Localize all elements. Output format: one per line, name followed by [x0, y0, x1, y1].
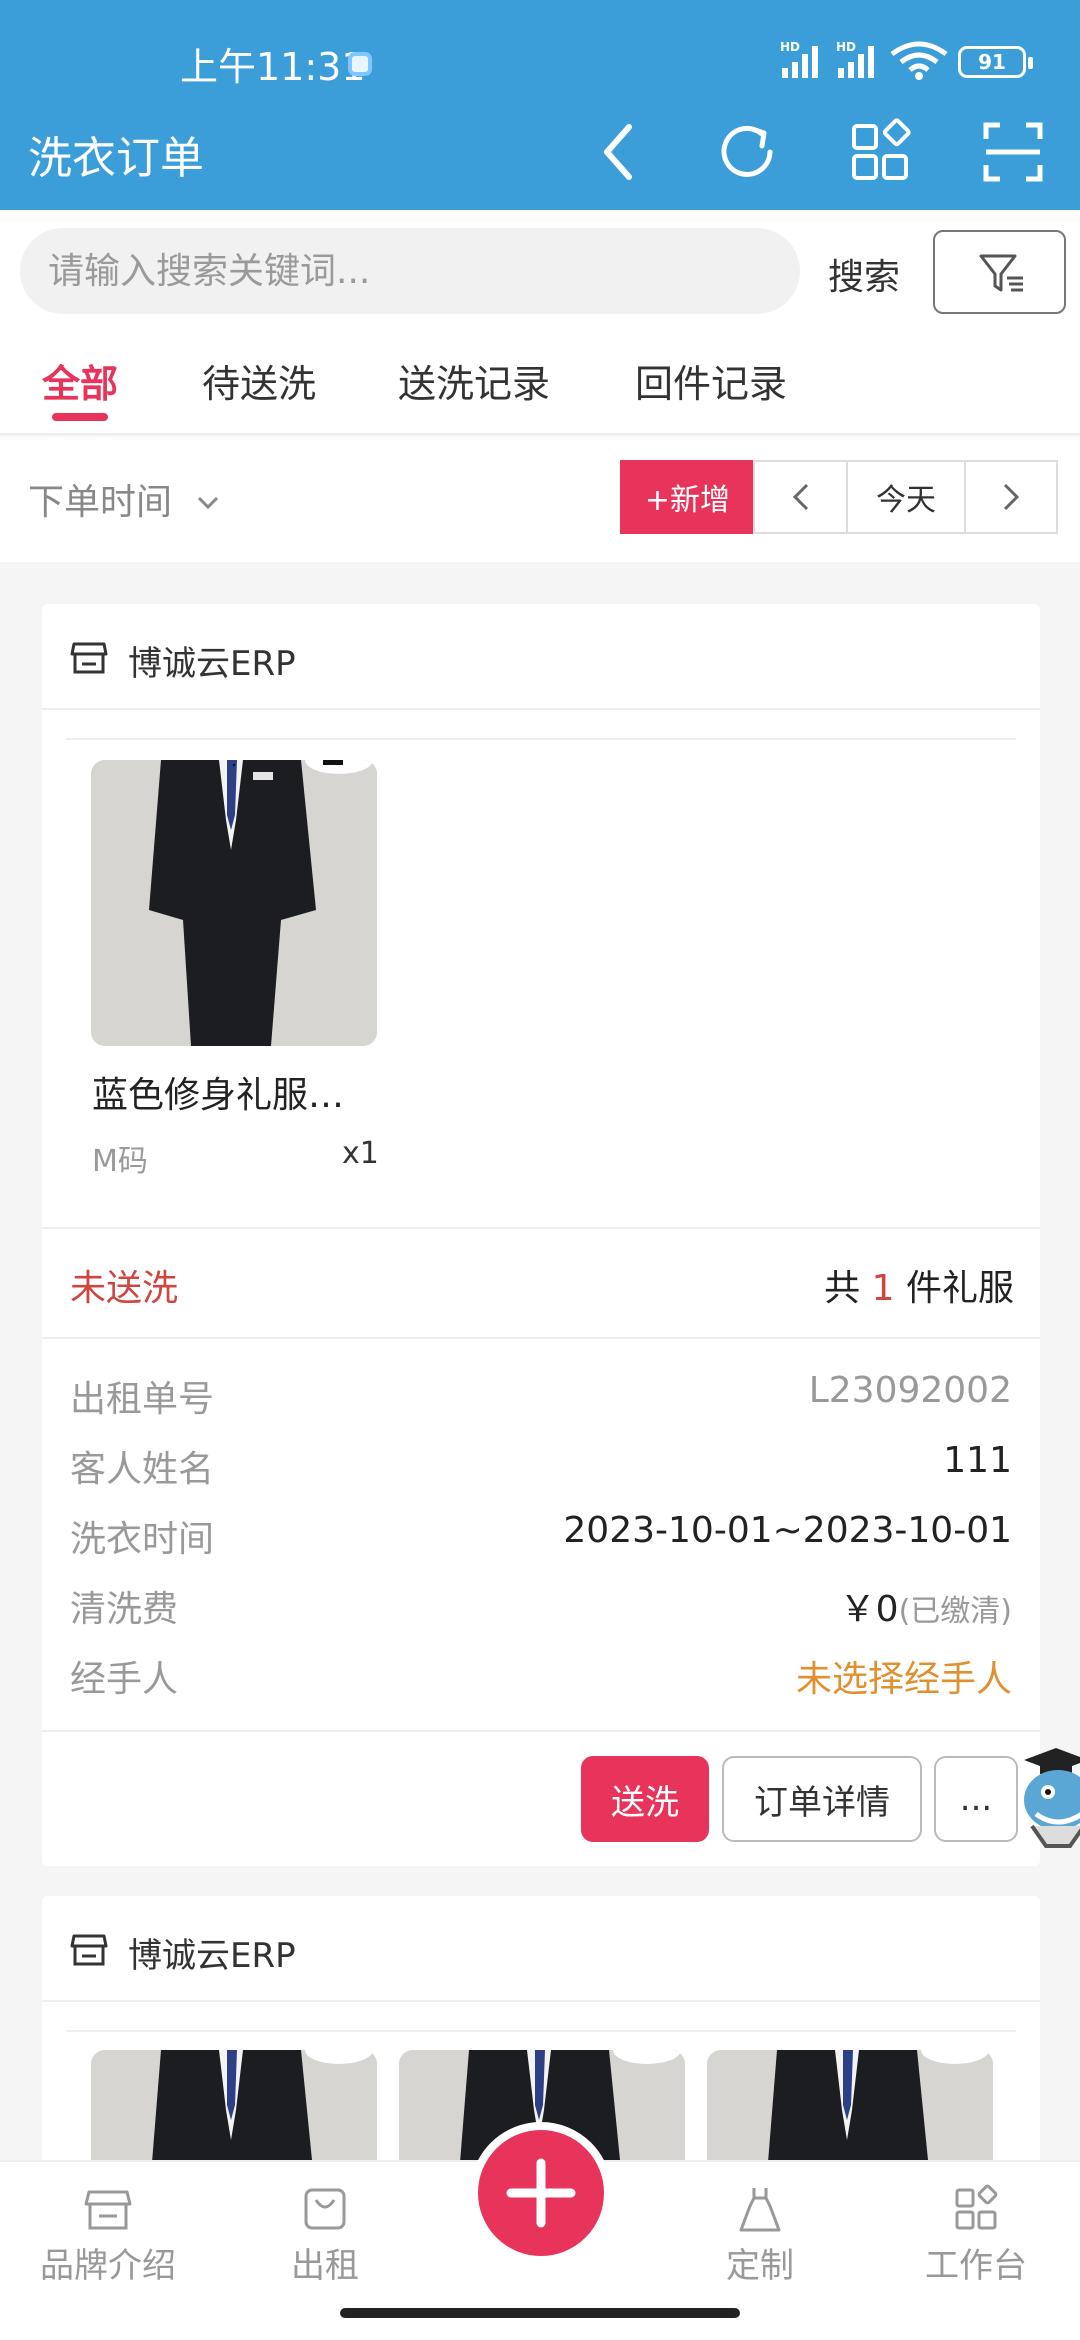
battery-level: 91	[978, 50, 1006, 74]
send-wash-button[interactable]: 送洗	[581, 1756, 709, 1842]
dress-icon	[739, 2188, 781, 2232]
shop-name: 博诚云ERP	[128, 644, 296, 684]
status-badge: 未送洗	[70, 1268, 179, 1309]
wash-time-label: 洗衣时间	[70, 1519, 215, 1560]
divider	[66, 2030, 1016, 2032]
info-row-wash-time: 洗衣时间 2023-10-01~2023-10-01	[70, 1510, 1012, 1570]
refresh-icon[interactable]	[712, 117, 782, 187]
tab-all[interactable]: 全部	[42, 353, 118, 408]
fee-note: (已缴清)	[898, 1594, 1012, 1629]
chevron-right-icon	[1003, 483, 1020, 511]
nav-brand[interactable]: 品牌介绍	[18, 2184, 198, 2287]
product-name: 蓝色修身礼服…	[92, 1075, 345, 1116]
nav-workbench[interactable]: 工作台	[886, 2184, 1066, 2287]
add-fab-button[interactable]	[470, 2122, 612, 2264]
handler-label: 经手人	[70, 1659, 179, 1700]
nav-rent[interactable]: 出租	[235, 2184, 415, 2287]
suit-image	[91, 760, 377, 1046]
sort-dropdown[interactable]: 下单时间	[28, 473, 172, 525]
count-prefix: 共	[824, 1268, 861, 1309]
filter-button[interactable]	[933, 230, 1066, 314]
shop-icon	[70, 642, 108, 674]
next-day-button[interactable]	[964, 460, 1058, 534]
tab-wash-records[interactable]: 送洗记录	[398, 353, 550, 408]
filter-icon	[979, 254, 1023, 292]
chevron-down-icon[interactable]	[196, 491, 220, 515]
scan-icon[interactable]	[978, 117, 1048, 187]
shop-icon	[84, 2190, 132, 2230]
shop-header: 博诚云ERP	[42, 604, 1040, 710]
today-button[interactable]: 今天	[846, 460, 966, 534]
header: 上午11:31 HD HD 91 洗衣订单	[0, 0, 1080, 210]
plus-icon	[506, 2158, 576, 2228]
mascot-icon[interactable]	[1012, 1730, 1080, 1850]
prev-day-button[interactable]	[753, 460, 848, 534]
order-status-row: 未送洗 共 1 件礼服	[42, 1227, 1040, 1339]
page-title: 洗衣订单	[28, 133, 204, 184]
apps-icon[interactable]	[845, 117, 915, 187]
info-row-handler: 经手人 未选择经手人	[70, 1650, 1012, 1710]
add-button[interactable]: +新增	[620, 460, 755, 534]
shop-header: 博诚云ERP	[42, 1896, 1040, 2002]
count-number: 1	[871, 1268, 895, 1309]
bag-icon	[304, 2188, 346, 2230]
filter-bar: 下单时间 +新增 今天	[0, 437, 1080, 562]
notification-icon	[348, 52, 372, 76]
search-button[interactable]: 搜索	[828, 248, 900, 300]
order-detail-button[interactable]: 订单详情	[722, 1756, 922, 1842]
info-row-customer: 客人姓名 111	[70, 1440, 1012, 1500]
order-no-label: 出租单号	[70, 1379, 215, 1420]
order-no-value: L23092002	[808, 1370, 1012, 1411]
signal-icon	[782, 46, 818, 78]
count-suffix: 件礼服	[905, 1268, 1014, 1309]
signal-icon-2	[838, 46, 874, 78]
shop-name: 博诚云ERP	[128, 1936, 296, 1976]
back-icon[interactable]	[585, 117, 655, 187]
order-actions: 送洗 订单详情 ...	[42, 1730, 1040, 1866]
item-count: 共 1 件礼服	[824, 1259, 1014, 1311]
shop-icon	[70, 1934, 108, 1966]
search-row: 搜索	[0, 210, 1080, 335]
info-row-order-no: 出租单号 L23092002	[70, 1370, 1012, 1430]
search-input[interactable]	[20, 228, 800, 314]
product-image[interactable]	[91, 760, 377, 1046]
home-indicator	[340, 2308, 740, 2318]
customer-label: 客人姓名	[70, 1449, 215, 1490]
order-card[interactable]: 博诚云ERP 蓝色修身礼服… M码 x1 未送洗 共 1 件礼服 出租单号 L2…	[42, 604, 1040, 1866]
search-box	[20, 228, 800, 314]
tab-pending-wash[interactable]: 待送洗	[202, 353, 316, 408]
fee-label: 清洗费	[70, 1589, 179, 1630]
product-quantity: x1	[342, 1136, 379, 1171]
fee-value: ￥0(已缴清)	[840, 1580, 1012, 1632]
battery-icon: 91	[958, 46, 1033, 78]
fee-amount: ￥0	[839, 1589, 899, 1630]
more-button[interactable]: ...	[934, 1756, 1018, 1842]
info-row-fee: 清洗费 ￥0(已缴清)	[70, 1580, 1012, 1640]
wash-time-value: 2023-10-01~2023-10-01	[563, 1510, 1012, 1551]
status-time: 上午11:31	[180, 45, 366, 89]
handler-value[interactable]: 未选择经手人	[796, 1650, 1012, 1702]
divider	[66, 738, 1016, 740]
customer-value: 111	[943, 1440, 1012, 1481]
wifi-icon	[890, 41, 948, 80]
nav-workbench-label: 工作台	[925, 2246, 1027, 2286]
nav-custom[interactable]: 定制	[670, 2184, 850, 2287]
status-bar: 上午11:31 HD HD 91	[0, 0, 1080, 120]
nav-rent-label: 出租	[291, 2246, 359, 2286]
nav-brand-label: 品牌介绍	[40, 2246, 176, 2286]
product-size: M码	[92, 1144, 148, 1179]
chevron-left-icon	[792, 483, 808, 511]
nav-custom-label: 定制	[726, 2246, 794, 2286]
tab-return-records[interactable]: 回件记录	[635, 353, 787, 408]
tab-active-indicator	[52, 413, 108, 421]
grid-icon	[955, 2184, 998, 2230]
tab-bar: 全部 待送洗 送洗记录 回件记录	[0, 335, 1080, 435]
